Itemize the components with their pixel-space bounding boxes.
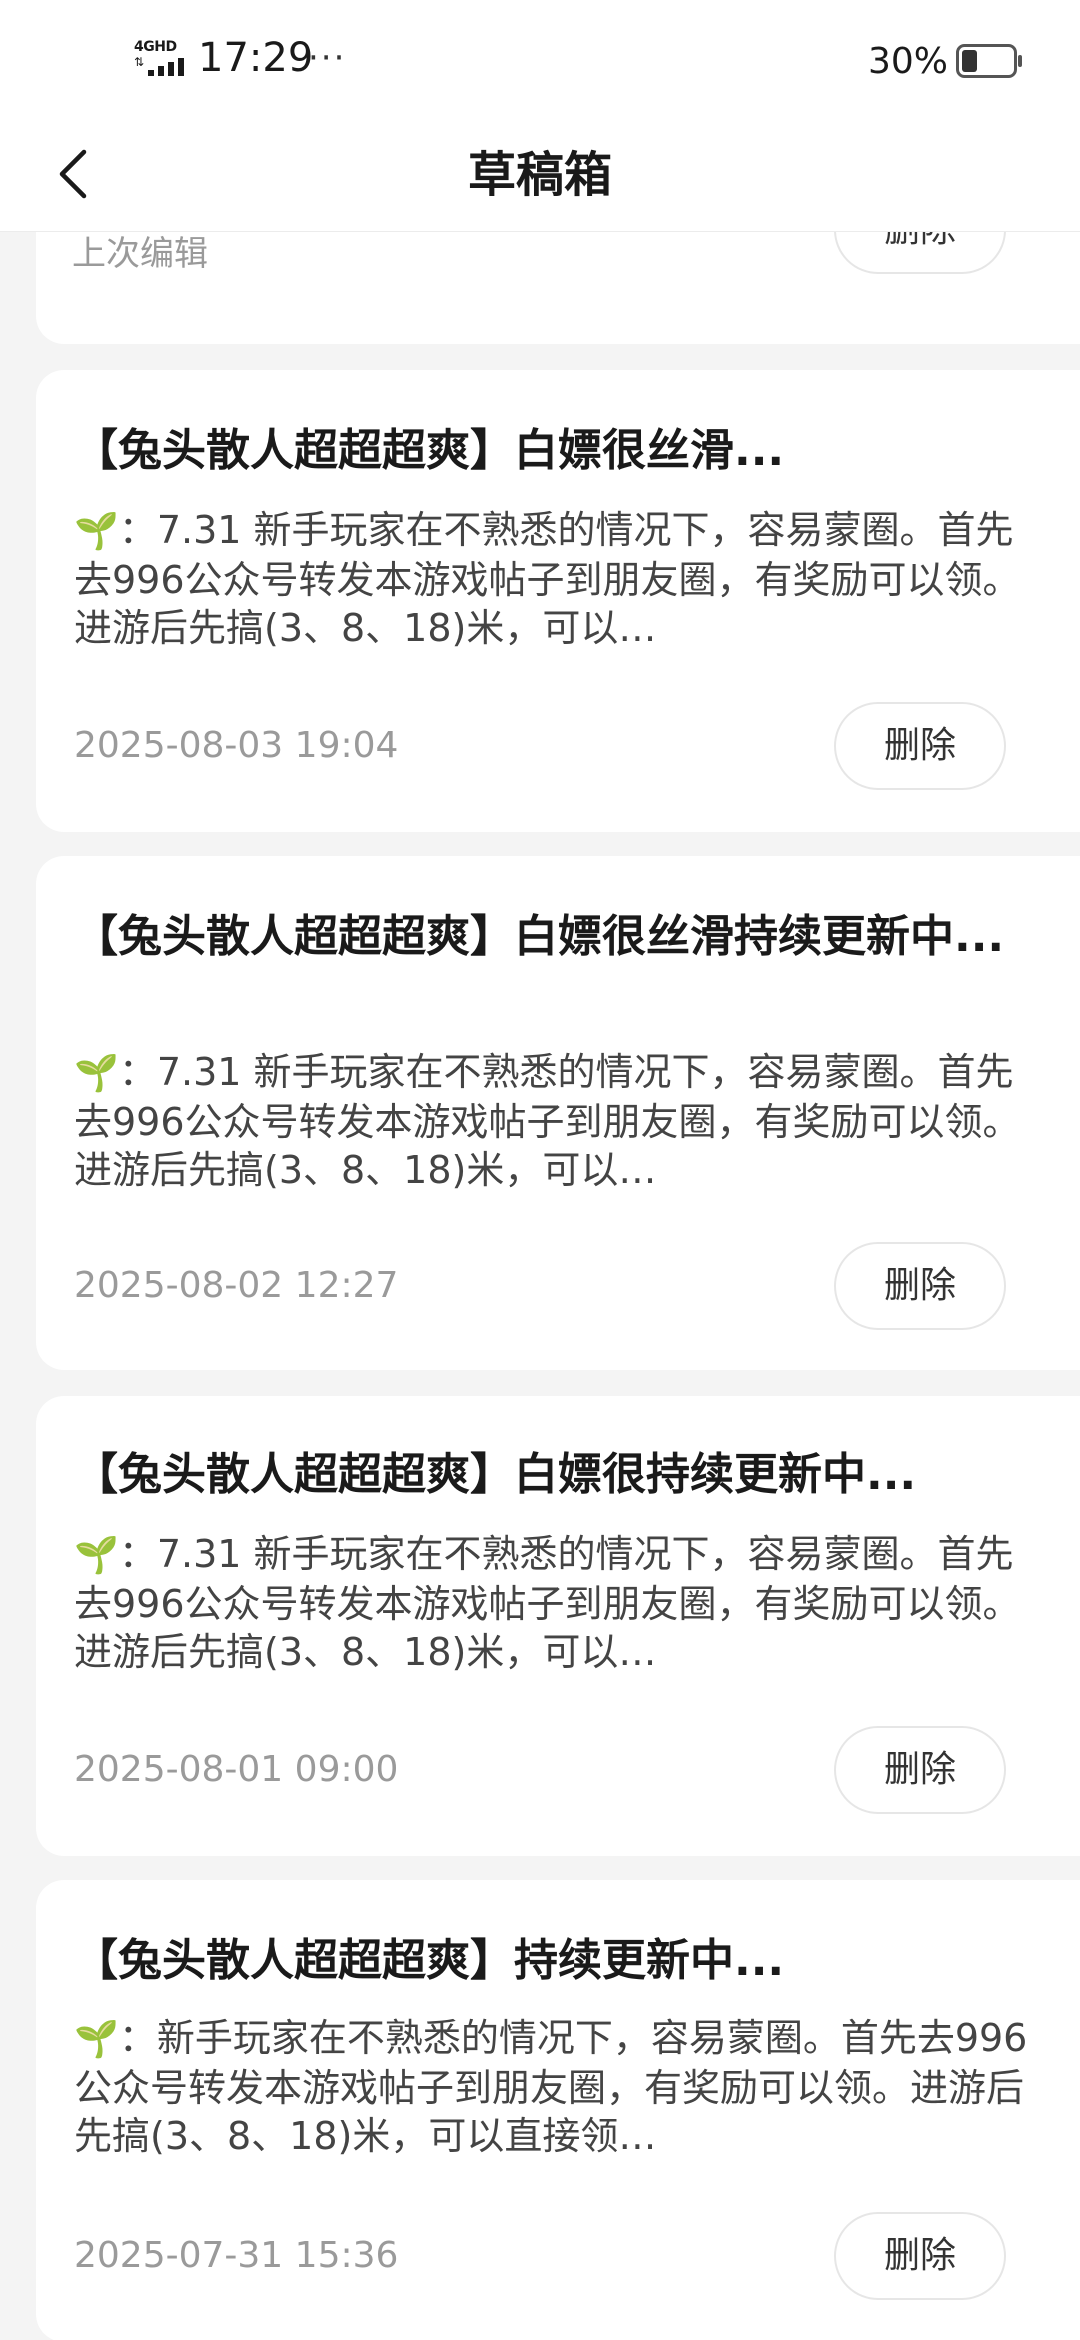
draft-excerpt: 🌱：7.31 新手玩家在不熟悉的情况下，容易蒙圈。首先去996公众号转发本游戏帖…: [74, 506, 1036, 650]
draft-title: 【兔头散人超超超爽】白嫖很丝滑持续更新中...: [74, 911, 1005, 962]
delete-button[interactable]: 删除: [834, 232, 1006, 274]
status-time: 17:29: [198, 35, 314, 81]
draft-excerpt: 🌱：新手玩家在不熟悉的情况下，容易蒙圈。首先去996公众号转发本游戏帖子到朋友圈…: [74, 2014, 1036, 2158]
draft-excerpt-text: ：新手玩家在不熟悉的情况下，容易蒙圈。首先去996公众号转发本游戏帖子到朋友圈，…: [74, 2016, 1028, 2158]
sprout-icon: 🌱: [74, 511, 119, 552]
draft-card-partial[interactable]: 上次编辑 删除: [36, 232, 1080, 344]
chevron-left-icon: [59, 149, 87, 199]
draft-excerpt-text: ：7.31 新手玩家在不熟悉的情况下，容易蒙圈。首先去996公众号转发本游戏帖子…: [74, 1050, 1021, 1192]
delete-button[interactable]: 删除: [834, 2212, 1006, 2300]
sprout-icon: 🌱: [74, 1535, 119, 1576]
delete-button[interactable]: 删除: [834, 1242, 1006, 1330]
draft-title: 【兔头散人超超超爽】白嫖很丝滑...: [74, 425, 785, 476]
draft-excerpt: 🌱：7.31 新手玩家在不熟悉的情况下，容易蒙圈。首先去996公众号转发本游戏帖…: [74, 1530, 1036, 1674]
signal-indicator: 4GHD ⇅: [134, 40, 190, 80]
draft-excerpt: 🌱：7.31 新手玩家在不熟悉的情况下，容易蒙圈。首先去996公众号转发本游戏帖…: [74, 1048, 1036, 1192]
back-button[interactable]: [40, 138, 112, 210]
draft-excerpt-text: ：7.31 新手玩家在不熟悉的情况下，容易蒙圈。首先去996公众号转发本游戏帖子…: [74, 508, 1021, 650]
data-arrows-icon: ⇅: [134, 55, 145, 69]
draft-excerpt-text: ：7.31 新手玩家在不熟悉的情况下，容易蒙圈。首先去996公众号转发本游戏帖子…: [74, 1532, 1021, 1674]
draft-date: 2025-08-03 19:04: [74, 725, 399, 766]
draft-card[interactable]: 【兔头散人超超超爽】白嫖很丝滑... 🌱：7.31 新手玩家在不熟悉的情况下，容…: [36, 370, 1080, 832]
sprout-icon: 🌱: [74, 1053, 119, 1094]
network-type-label: 4GHD: [134, 39, 177, 55]
delete-button[interactable]: 删除: [834, 702, 1006, 790]
draft-list[interactable]: 上次编辑 删除 【兔头散人超超超爽】白嫖很丝滑... 🌱：7.31 新手玩家在不…: [0, 232, 1080, 2340]
more-notifications-icon: ···: [308, 38, 347, 78]
draft-card[interactable]: 【兔头散人超超超爽】白嫖很丝滑持续更新中... 🌱：7.31 新手玩家在不熟悉的…: [36, 856, 1080, 1370]
signal-bars-icon: [148, 58, 184, 76]
draft-date: 2025-08-01 09:00: [74, 1749, 399, 1790]
last-edited-label: 上次编辑: [72, 234, 208, 274]
draft-title: 【兔头散人超超超爽】白嫖很持续更新中...: [74, 1449, 917, 1500]
draft-title: 【兔头散人超超超爽】持续更新中...: [74, 1935, 785, 1986]
app-header: 草稿箱: [0, 118, 1080, 232]
draft-card[interactable]: 【兔头散人超超超爽】持续更新中... 🌱：新手玩家在不熟悉的情况下，容易蒙圈。首…: [36, 1880, 1080, 2340]
draft-date: 2025-07-31 15:36: [74, 2235, 399, 2276]
delete-button[interactable]: 删除: [834, 1726, 1006, 1814]
status-bar: 4GHD ⇅ 17:29 ··· 30%: [0, 0, 1080, 118]
page-title: 草稿箱: [467, 147, 612, 203]
draft-card[interactable]: 【兔头散人超超超爽】白嫖很持续更新中... 🌱：7.31 新手玩家在不熟悉的情况…: [36, 1396, 1080, 1856]
sprout-icon: 🌱: [74, 2019, 119, 2060]
battery-icon: [956, 44, 1022, 78]
battery-percent: 30%: [868, 41, 949, 82]
draft-date: 2025-08-02 12:27: [74, 1265, 399, 1306]
